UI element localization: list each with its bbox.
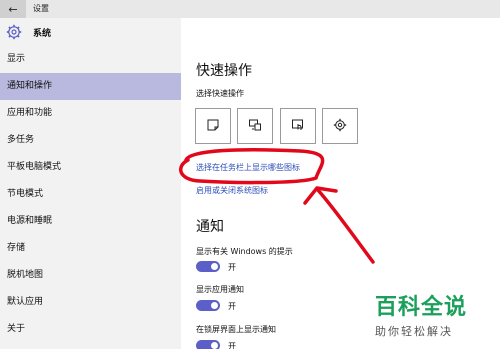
gear-icon <box>6 24 22 40</box>
taskbar-icons-link[interactable]: 选择在任务栏上显示哪些图标 <box>196 162 300 173</box>
sidebar-item-label: 应用和功能 <box>7 108 53 118</box>
sidebar-item-storage[interactable]: 存储 <box>0 235 181 262</box>
sidebar-item-label: 多任务 <box>7 135 35 145</box>
sidebar-item-label: 通知和操作 <box>7 81 53 91</box>
toggle-app-notifications[interactable] <box>196 300 220 311</box>
back-button[interactable]: ← <box>0 0 26 18</box>
back-arrow-icon: ← <box>8 2 18 16</box>
toggle-lockscreen-label: 在锁屏界面上显示通知 <box>196 325 276 334</box>
tablet-touch-icon <box>291 117 305 136</box>
toggle-windows-tips[interactable] <box>196 261 220 272</box>
sidebar-item-multitasking[interactable]: 多任务 <box>0 127 181 154</box>
title-bar: ← 设置 <box>0 0 500 18</box>
quick-action-tile-2[interactable] <box>237 108 273 144</box>
sidebar-header: 系统 <box>0 18 181 46</box>
sidebar-item-label: 存储 <box>7 243 26 253</box>
sidebar-item-label: 脱机地图 <box>7 270 44 280</box>
sidebar-item-label: 平板电脑模式 <box>7 162 62 172</box>
sidebar-item-offline-maps[interactable]: 脱机地图 <box>0 262 181 289</box>
sidebar-item-label: 电源和睡眠 <box>7 216 53 226</box>
sidebar: 系统 显示 通知和操作 应用和功能 多任务 平板电脑模式 节电模式 电源和睡眠 … <box>0 18 181 349</box>
watermark: 百科全说 助你轻松解决 <box>375 289 495 339</box>
sidebar-item-apps-features[interactable]: 应用和功能 <box>0 100 181 127</box>
sidebar-item-power-sleep[interactable]: 电源和睡眠 <box>0 208 181 235</box>
watermark-subtitle: 助你轻松解决 <box>375 325 453 338</box>
quick-action-tile-3[interactable] <box>280 108 316 144</box>
sidebar-item-default-apps[interactable]: 默认应用 <box>0 289 181 316</box>
toggle-app-notifications-state: 开 <box>228 302 236 311</box>
sidebar-item-tablet-mode[interactable]: 平板电脑模式 <box>0 154 181 181</box>
toggle-lockscreen-state: 开 <box>228 342 236 349</box>
sidebar-item-battery-saver[interactable]: 节电模式 <box>0 181 181 208</box>
toggle-windows-tips-state: 开 <box>228 263 236 272</box>
quick-actions-title: 快速操作 <box>196 63 252 79</box>
sidebar-item-label: 关于 <box>7 324 26 334</box>
sidebar-item-label: 默认应用 <box>7 297 44 307</box>
notifications-title: 通知 <box>196 219 224 235</box>
toggle-lockscreen-notifications[interactable] <box>196 340 220 349</box>
sidebar-item-notifications[interactable]: 通知和操作 <box>0 73 181 100</box>
sidebar-item-display[interactable]: 显示 <box>0 46 181 73</box>
quick-action-tile-4[interactable] <box>322 108 358 144</box>
quick-actions-subtitle: 选择快速操作 <box>196 89 244 98</box>
connect-screen-icon <box>248 117 262 136</box>
sidebar-item-label: 节电模式 <box>7 189 44 199</box>
note-icon <box>206 117 220 136</box>
system-icons-link[interactable]: 启用或关闭系统图标 <box>196 185 268 196</box>
sidebar-item-label: 显示 <box>7 54 26 64</box>
window-title: 设置 <box>33 4 49 13</box>
toggle-windows-tips-label: 显示有关 Windows 的提示 <box>196 247 293 256</box>
watermark-title: 百科全说 <box>375 295 468 320</box>
quick-action-tile-1[interactable] <box>195 108 231 144</box>
sidebar-item-about[interactable]: 关于 <box>0 316 181 343</box>
settings-gear-icon <box>333 117 347 136</box>
sidebar-header-label: 系统 <box>33 29 52 39</box>
toggle-app-notifications-label: 显示应用通知 <box>196 285 244 294</box>
